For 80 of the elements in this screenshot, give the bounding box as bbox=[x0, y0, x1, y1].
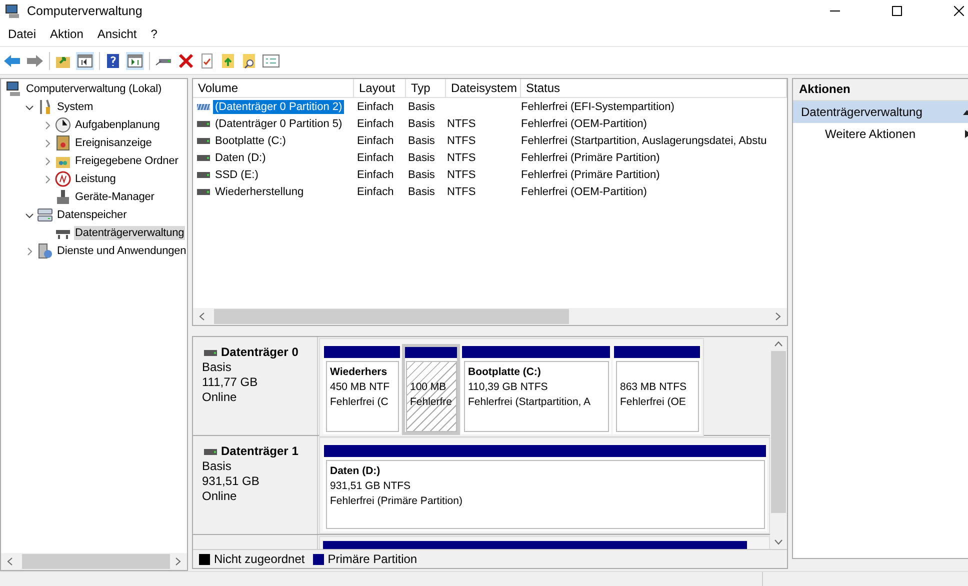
tree-item[interactable]: System bbox=[56, 100, 94, 114]
disk-status: Online bbox=[202, 489, 238, 504]
table-cell-text: Fehlerfrei (Primäre Partition) bbox=[520, 168, 661, 180]
table-cell-text: Einfach bbox=[356, 100, 395, 112]
partition-status: Fehlerfrei (C bbox=[330, 395, 390, 410]
partition-status: Fehlerfre bbox=[410, 395, 454, 410]
table-cell-text: NTFS bbox=[446, 152, 477, 164]
action-item[interactable]: Weitere Aktionen bbox=[825, 127, 916, 141]
window-title: Computerverwaltung bbox=[27, 4, 142, 18]
menu-item[interactable]: ? bbox=[144, 26, 166, 40]
table-cell-text: Fehlerfrei (OEM-Partition) bbox=[520, 186, 648, 198]
volume-cell[interactable]: (Datenträger 0 Partition 5) bbox=[213, 116, 344, 130]
disk-status: Online bbox=[202, 390, 238, 405]
partition-status: Fehlerfrei (Primäre Partition) bbox=[330, 494, 464, 509]
menu-item[interactable]: Datei bbox=[2, 26, 44, 40]
partition-status: Fehlerfrei (OE bbox=[620, 395, 687, 410]
table-cell-text: Fehlerfrei (Primäre Partition) bbox=[520, 152, 661, 164]
tree-item[interactable]: Aufgabenplanung bbox=[74, 118, 161, 132]
actions-header: Aktionen bbox=[793, 79, 968, 101]
partition-block[interactable]: Daten (D:) 931,51 GB NTFS Fehlerfrei (Primäre Partition) bbox=[323, 444, 767, 531]
table-cell-text: Basis bbox=[407, 168, 436, 180]
table-cell-text: Basis bbox=[407, 100, 436, 112]
column-header[interactable]: Dateisystem bbox=[446, 79, 521, 97]
table-cell-text: Einfach bbox=[356, 134, 395, 146]
disk-name[interactable]: Datenträger 1 bbox=[221, 444, 298, 459]
disk-size: 931,51 GB bbox=[202, 474, 260, 489]
table-cell-text: Einfach bbox=[356, 168, 395, 180]
table-cell-text: Basis bbox=[407, 134, 436, 146]
partition-name: Wiederhers bbox=[330, 365, 388, 380]
table-cell-text: Basis bbox=[407, 118, 436, 130]
table-cell-text: Einfach bbox=[356, 118, 395, 130]
menu-item[interactable]: Aktion bbox=[44, 26, 92, 40]
disk-name[interactable]: Datenträger 0 bbox=[221, 345, 298, 360]
table-cell-text: NTFS bbox=[446, 168, 477, 180]
partition-size: 110,39 GB NTFS bbox=[468, 380, 549, 395]
table-cell-text: Basis bbox=[407, 186, 436, 198]
column-header[interactable]: Status bbox=[521, 79, 787, 97]
partition-size: 450 MB NTF bbox=[330, 380, 391, 395]
volume-cell[interactable]: (Datenträger 0 Partition 2) bbox=[213, 100, 344, 114]
column-header[interactable]: Layout bbox=[354, 79, 406, 97]
partition-block[interactable]: 863 MB NTFS Fehlerfrei (OE bbox=[613, 345, 701, 434]
tree-item[interactable]: Dienste und Anwendungen bbox=[56, 244, 187, 258]
disk-size: 111,77 GB bbox=[202, 375, 259, 390]
table-cell-text: Einfach bbox=[356, 152, 395, 164]
column-header[interactable]: Volume bbox=[193, 79, 354, 97]
partition-size: 931,51 GB NTFS bbox=[330, 479, 412, 494]
disk-type: Basis bbox=[202, 459, 232, 474]
partition-block[interactable]: 100 MB Fehlerfre bbox=[403, 345, 459, 434]
table-cell-text: Basis bbox=[407, 152, 436, 164]
actions-section[interactable]: Datenträgerverwaltung bbox=[793, 101, 968, 123]
partition-block[interactable]: Bootplatte (C:) 110,39 GB NTFS Fehlerfrei (Startpartition, A bbox=[461, 345, 611, 434]
table-cell-text: Fehlerfrei (Startpartition, Auslagerungsdatei, Abstu bbox=[520, 134, 768, 146]
tree-item[interactable]: Computerverwaltung (Lokal) bbox=[25, 82, 163, 96]
tree-item[interactable]: Ereignisanzeige bbox=[74, 136, 153, 150]
table-cell-text: Einfach bbox=[356, 186, 395, 198]
table-cell-text: NTFS bbox=[446, 118, 477, 130]
partition-block[interactable]: Wiederhers 450 MB NTF Fehlerfrei (C bbox=[323, 345, 401, 434]
legend-label: Primäre Partition bbox=[328, 552, 418, 566]
table-cell-text: Fehlerfrei (OEM-Partition) bbox=[520, 118, 648, 130]
table-cell-text: NTFS bbox=[446, 186, 477, 198]
table-cell-text: NTFS bbox=[446, 134, 477, 146]
tree-item[interactable]: Geräte-Manager bbox=[74, 190, 156, 204]
tree-item[interactable]: Freigegebene Ordner bbox=[74, 154, 180, 168]
disk-type: Basis bbox=[202, 360, 232, 375]
table-cell-text: Fehlerfrei (EFI-Systempartition) bbox=[520, 100, 676, 112]
volume-cell[interactable]: Wiederherstellung bbox=[213, 184, 306, 198]
tree-item[interactable]: Leistung bbox=[74, 172, 117, 186]
volume-cell[interactable]: Bootplatte (C:) bbox=[213, 134, 288, 148]
menu-item[interactable]: Ansicht bbox=[91, 26, 145, 40]
partition-size: 100 MB bbox=[410, 380, 448, 395]
partition-name: Bootplatte (C:) bbox=[468, 365, 542, 380]
column-header[interactable]: Typ bbox=[406, 79, 446, 97]
volume-cell[interactable]: Daten (D:) bbox=[213, 150, 268, 164]
partition-name: Daten (D:) bbox=[330, 464, 382, 479]
tree-item[interactable]: Datenträgerverwaltung bbox=[74, 226, 186, 240]
volume-cell[interactable]: SSD (E:) bbox=[213, 168, 260, 182]
legend-label: Nicht zugeordnet bbox=[214, 552, 305, 566]
partition-status: Fehlerfrei (Startpartition, A bbox=[468, 395, 592, 410]
tree-item[interactable]: Datenspeicher bbox=[56, 208, 128, 222]
partition-size: 863 MB NTFS bbox=[620, 380, 688, 395]
